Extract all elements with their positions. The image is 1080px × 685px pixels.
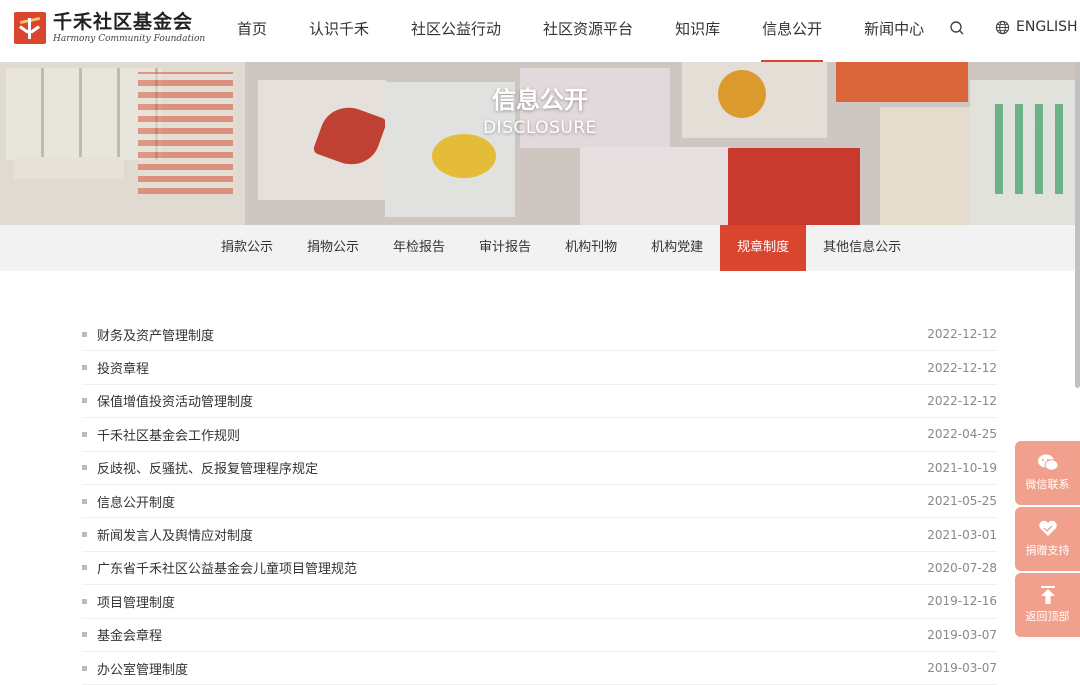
logo-name-en: Harmony Community Foundation: [53, 33, 206, 44]
main-nav: 首页 认识千禾 社区公益行动 社区资源平台 知识库 信息公开 新闻中心: [216, 0, 945, 62]
nav-item-knowledge[interactable]: 知识库: [654, 0, 741, 62]
list-item-date: 2019-03-07: [927, 661, 997, 676]
bullet-icon: [82, 398, 87, 404]
arrow-up-icon: [1040, 586, 1055, 604]
bullet-icon: [82, 365, 87, 371]
bullet-icon: [82, 331, 87, 337]
list-item-title: 广东省千禾社区公益基金会儿童项目管理规范: [97, 562, 358, 578]
nav-item-about[interactable]: 认识千禾: [288, 0, 390, 62]
list-item[interactable]: 千禾社区基金会工作规则 2022-04-25: [82, 418, 997, 452]
list-item[interactable]: 基金会章程 2019-03-07: [82, 619, 997, 652]
list-item-date: 2021-03-01: [927, 527, 997, 542]
list-item-title: 保值增值投资活动管理制度: [97, 395, 254, 411]
subnav-party-building[interactable]: 机构党建: [634, 225, 720, 271]
subnav-donations[interactable]: 捐款公示: [204, 225, 290, 271]
subnav-regulations[interactable]: 规章制度: [720, 225, 807, 271]
bullet-icon: [82, 665, 87, 671]
bullet-icon: [82, 532, 87, 538]
banner-subtitle: DISCLOSURE: [483, 118, 597, 138]
list-item-date: 2019-12-16: [927, 594, 997, 609]
donate-label: 捐赠支持: [1025, 544, 1070, 557]
list-item[interactable]: 反歧视、反骚扰、反报复管理程序规定 2021-10-19: [82, 452, 997, 485]
wechat-contact-label: 微信联系: [1025, 478, 1070, 491]
globe-icon: [995, 20, 1010, 34]
language-label: ENGLISH: [1016, 19, 1078, 35]
list-item-title: 财务及资产管理制度: [97, 328, 215, 344]
list-item-title: 反歧视、反骚扰、反报复管理程序规定: [97, 462, 319, 478]
list-item-date: 2022-04-25: [927, 427, 997, 442]
floating-sidebar: 微信联系 捐赠支持 返回顶部: [1015, 441, 1080, 639]
bullet-icon: [82, 498, 87, 504]
list-item-title: 投资章程: [97, 362, 150, 378]
list-item-date: 2021-10-19: [927, 460, 997, 475]
donate-button[interactable]: 捐赠支持: [1015, 507, 1080, 571]
language-switch[interactable]: ENGLISH: [995, 19, 1078, 35]
list-item[interactable]: 项目管理制度 2019-12-16: [82, 585, 997, 619]
nav-item-home[interactable]: 首页: [216, 0, 288, 62]
subnav-other-info[interactable]: 其他信息公示: [806, 225, 918, 271]
list-item-date: 2019-03-07: [927, 627, 997, 642]
subnav-annual-report[interactable]: 年检报告: [376, 225, 462, 271]
logo-name-cn: 千禾社区基金会: [53, 10, 194, 33]
list-item-title: 办公室管理制度: [97, 662, 189, 678]
subnav-publications[interactable]: 机构刊物: [548, 225, 634, 271]
page-banner: 信息公开 DISCLOSURE: [0, 62, 1080, 225]
logo-mark-icon: [14, 12, 46, 44]
heart-hands-icon: [1038, 520, 1057, 536]
list-item-title: 千禾社区基金会工作规则: [97, 428, 241, 444]
bullet-icon: [82, 598, 87, 604]
list-item-date: 2021-05-25: [927, 494, 997, 509]
list-item-date: 2022-12-12: [927, 360, 997, 375]
nav-item-actions[interactable]: 社区公益行动: [390, 0, 522, 62]
list-item-title: 基金会章程: [97, 629, 163, 645]
subnav-audit-report[interactable]: 审计报告: [462, 225, 548, 271]
wechat-contact-button[interactable]: 微信联系: [1015, 441, 1080, 505]
list-item-date: 2020-07-28: [927, 560, 997, 575]
list-item[interactable]: 保值增值投资活动管理制度 2022-12-12: [82, 385, 997, 419]
list-item-date: 2022-12-12: [927, 393, 997, 408]
scrollbar-thumb[interactable]: [1075, 62, 1080, 388]
bullet-icon: [82, 431, 87, 437]
bullet-icon: [82, 565, 87, 571]
list-item-date: 2022-12-12: [927, 327, 997, 342]
site-header: 千禾社区基金会 Harmony Community Foundation 首页 …: [0, 0, 1080, 62]
banner-title: 信息公开: [492, 86, 588, 114]
list-item[interactable]: 信息公开制度 2021-05-25: [82, 485, 997, 519]
site-logo[interactable]: 千禾社区基金会 Harmony Community Foundation: [14, 12, 205, 44]
list-item[interactable]: 广东省千禾社区公益基金会儿童项目管理规范 2020-07-28: [82, 552, 997, 586]
list-item[interactable]: 新闻发言人及舆情应对制度 2021-03-01: [82, 518, 997, 552]
bullet-icon: [82, 632, 87, 638]
list-item-title: 信息公开制度: [97, 495, 176, 511]
list-item-title: 新闻发言人及舆情应对制度: [97, 529, 254, 545]
list-item[interactable]: 财务及资产管理制度 2022-12-12: [82, 318, 997, 352]
search-icon[interactable]: [949, 20, 967, 38]
nav-item-resources[interactable]: 社区资源平台: [522, 0, 654, 62]
regulation-list: 财务及资产管理制度 2022-12-12 投资章程 2022-12-12 保值增值投…: [82, 318, 997, 685]
back-to-top-button[interactable]: 返回顶部: [1015, 573, 1080, 637]
nav-item-news[interactable]: 新闻中心: [843, 0, 945, 62]
subnav: 捐款公示 捐物公示 年检报告 审计报告 机构刊物 机构党建 规章制度 其他信息公…: [0, 225, 1080, 271]
bullet-icon: [82, 465, 87, 471]
wechat-icon: [1037, 454, 1058, 471]
nav-item-disclosure[interactable]: 信息公开: [741, 0, 843, 62]
list-item-title: 项目管理制度: [97, 595, 176, 611]
back-to-top-label: 返回顶部: [1025, 610, 1070, 623]
subnav-material-donations[interactable]: 捐物公示: [290, 225, 376, 271]
list-item[interactable]: 投资章程 2022-12-12: [82, 351, 997, 385]
list-item[interactable]: 办公室管理制度 2019-03-07: [82, 652, 997, 685]
